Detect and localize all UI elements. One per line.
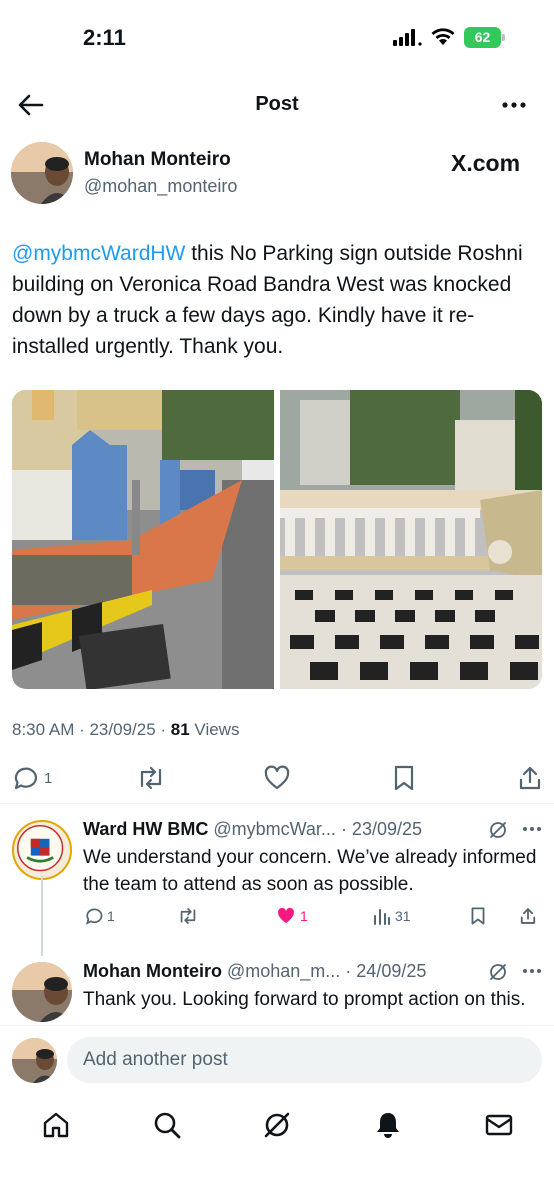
reply-author-name[interactable]: Ward HW BMC xyxy=(83,819,208,839)
heart-filled-icon xyxy=(278,907,294,924)
post-timestamp: 8:30 AM · 23/09/25 · xyxy=(12,720,171,739)
post-actions: 1 xyxy=(0,760,554,796)
views-count: 81 xyxy=(170,720,190,739)
repost-icon xyxy=(140,766,162,790)
share-button[interactable] xyxy=(517,764,543,792)
reply-header: Mohan Monteiro @mohan_m... · 24/09/25 xyxy=(83,961,426,982)
author-handle[interactable]: @mohan_monteiro xyxy=(84,176,237,197)
reply-more-icon[interactable] xyxy=(522,826,542,832)
reply-count: 1 xyxy=(44,769,53,787)
page-title: Post xyxy=(255,93,299,115)
search-icon[interactable] xyxy=(152,1110,182,1140)
more-options-icon[interactable] xyxy=(500,92,528,118)
source-label: X.com xyxy=(451,150,521,176)
reply-avatar-mohan[interactable] xyxy=(12,962,72,1022)
thread-line xyxy=(41,876,43,956)
analytics-icon xyxy=(374,909,390,925)
grok-icon[interactable] xyxy=(488,820,508,840)
bookmark-icon xyxy=(394,765,414,791)
share-icon xyxy=(519,766,541,790)
status-time: 2:11 xyxy=(83,25,126,50)
like-button[interactable] xyxy=(263,764,291,792)
reply-avatar-bmc[interactable] xyxy=(12,820,72,880)
reply-bookmark-button[interactable] xyxy=(469,906,487,926)
post-text: @mybmcWardHW this No Parking sign outsid… xyxy=(12,238,542,362)
post-photo-terrace[interactable] xyxy=(280,390,542,689)
reply-header: Ward HW BMC @mybmcWar... · 23/09/25 xyxy=(83,819,422,840)
wifi-icon xyxy=(431,28,455,45)
mention-link[interactable]: @mybmcWardHW xyxy=(12,242,185,265)
post-meta: 8:30 AM · 23/09/25 · 81 Views xyxy=(12,720,239,740)
author-name[interactable]: Mohan Monteiro xyxy=(84,149,231,171)
reply-views-button[interactable]: 31 xyxy=(373,906,411,926)
compose-avatar xyxy=(12,1038,57,1083)
reply-share-button[interactable] xyxy=(519,906,537,926)
reply-like-button[interactable]: 1 xyxy=(276,906,308,926)
heart-icon xyxy=(264,765,290,790)
reply-views-count: 31 xyxy=(395,908,411,924)
status-bar: 2:11 62 xyxy=(0,0,554,70)
reply-reply-count: 1 xyxy=(107,908,115,924)
reply-repost-button[interactable] xyxy=(177,906,199,926)
battery-level: 62 xyxy=(464,27,501,48)
grok-icon[interactable] xyxy=(262,1110,292,1140)
reply-button[interactable]: 1 xyxy=(10,764,52,792)
bookmark-icon xyxy=(471,907,485,925)
views-label: Views xyxy=(189,720,240,739)
reply-icon xyxy=(14,767,38,790)
post-photo-street[interactable] xyxy=(12,390,274,689)
reply-like-count: 1 xyxy=(300,908,308,924)
notifications-icon[interactable] xyxy=(373,1110,403,1140)
bookmark-button[interactable] xyxy=(391,764,417,792)
share-icon xyxy=(520,908,536,924)
reply-compose-input[interactable]: Add another post xyxy=(67,1037,542,1083)
divider xyxy=(0,803,554,804)
reply-text: Thank you. Looking forward to prompt act… xyxy=(83,989,526,1010)
repost-icon xyxy=(180,908,196,924)
reply-meta: @mohan_m... · 24/09/25 xyxy=(221,961,427,981)
battery-indicator: 62 xyxy=(464,27,506,48)
reply-meta: @mybmcWar... · 23/09/25 xyxy=(208,819,422,839)
reply-reply-button[interactable]: 1 xyxy=(83,906,115,926)
messages-icon[interactable] xyxy=(484,1110,514,1140)
divider xyxy=(0,1025,554,1026)
reply-actions: 1 1 31 xyxy=(83,906,543,930)
bottom-tab-bar xyxy=(0,1100,554,1200)
post-header: Post xyxy=(0,80,554,130)
author-avatar[interactable] xyxy=(11,142,73,204)
reply-more-icon[interactable] xyxy=(522,968,542,974)
reply-author-name[interactable]: Mohan Monteiro xyxy=(83,961,222,981)
home-icon[interactable] xyxy=(41,1110,71,1140)
cellular-signal-icon xyxy=(393,29,422,46)
grok-icon[interactable] xyxy=(488,962,508,982)
repost-button[interactable] xyxy=(136,764,166,792)
reply-icon xyxy=(85,908,103,925)
reply-text: We understand your concern. We’ve alread… xyxy=(83,847,537,895)
